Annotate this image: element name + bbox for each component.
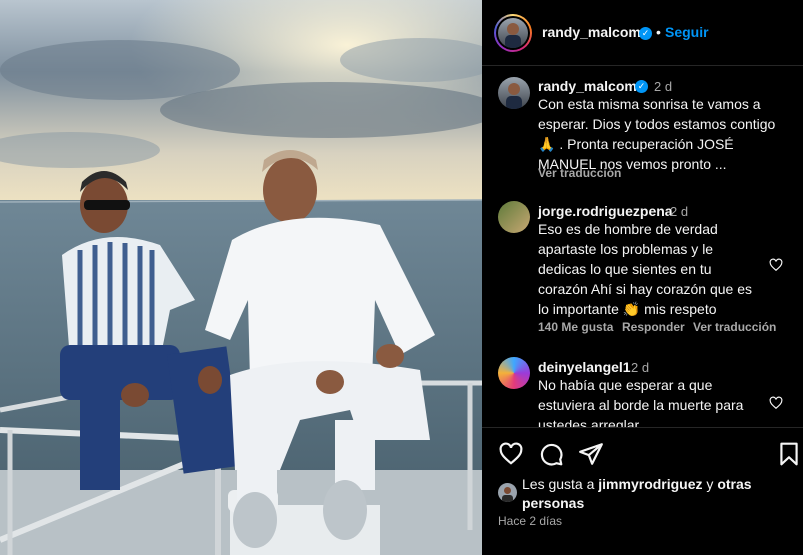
avatar[interactable] bbox=[498, 201, 530, 233]
like-comment-icon[interactable] bbox=[769, 396, 783, 410]
bookmark-icon[interactable] bbox=[776, 441, 802, 467]
follow-button[interactable]: Seguir bbox=[665, 24, 709, 40]
avatar[interactable] bbox=[498, 357, 530, 389]
likes-summary[interactable]: Les gusta a jimmyrodriguez y otras person… bbox=[522, 475, 782, 513]
liker-username[interactable]: jimmyrodriguez bbox=[598, 476, 702, 492]
comment-text: Eso es de hombre de verdad apartaste los… bbox=[538, 221, 753, 317]
comment-time[interactable]: 2 d bbox=[670, 204, 688, 219]
comment-icon[interactable] bbox=[538, 441, 564, 467]
verified-icon: ✓ bbox=[639, 27, 652, 40]
comment-username[interactable]: deinyelangel1 bbox=[538, 359, 631, 375]
comment-text: Con esta misma sonrisa te vamos a espera… bbox=[538, 96, 776, 172]
author-username[interactable]: randy_malcom bbox=[542, 24, 641, 40]
heart-icon[interactable] bbox=[498, 441, 524, 467]
separator-dot: • bbox=[656, 24, 661, 40]
comment-time[interactable]: 2 d bbox=[631, 360, 649, 375]
comment-username[interactable]: jorge.rodriguezpena bbox=[538, 203, 673, 219]
comment-text: No había que esperar a que estuviera al … bbox=[538, 377, 744, 427]
reply-button[interactable]: Responder bbox=[622, 320, 685, 334]
author-avatar[interactable] bbox=[494, 14, 532, 52]
like-comment-icon[interactable] bbox=[769, 258, 783, 272]
share-icon[interactable] bbox=[578, 441, 604, 467]
comment-like-count[interactable]: 140 Me gusta bbox=[538, 320, 613, 334]
comment-username[interactable]: randy_malcom bbox=[538, 78, 637, 94]
see-translation-link[interactable]: Ver traducción bbox=[538, 166, 621, 180]
post-actions: Les gusta a jimmyrodriguez y otras person… bbox=[482, 427, 803, 555]
see-translation-link[interactable]: Ver traducción bbox=[693, 320, 776, 334]
post-side-panel: randy_malcom ✓ • Seguir randy_malcom ✓ 2… bbox=[482, 0, 803, 555]
post-date[interactable]: Hace 2 días bbox=[498, 514, 562, 528]
comments-list[interactable]: randy_malcom ✓ 2 d Con esta misma sonris… bbox=[482, 67, 803, 427]
liker-avatar[interactable] bbox=[498, 483, 517, 502]
post-header: randy_malcom ✓ • Seguir bbox=[482, 0, 803, 66]
avatar[interactable] bbox=[498, 77, 530, 109]
comment-time[interactable]: 2 d bbox=[654, 79, 672, 94]
post-photo[interactable] bbox=[0, 0, 482, 555]
verified-icon: ✓ bbox=[635, 80, 648, 93]
